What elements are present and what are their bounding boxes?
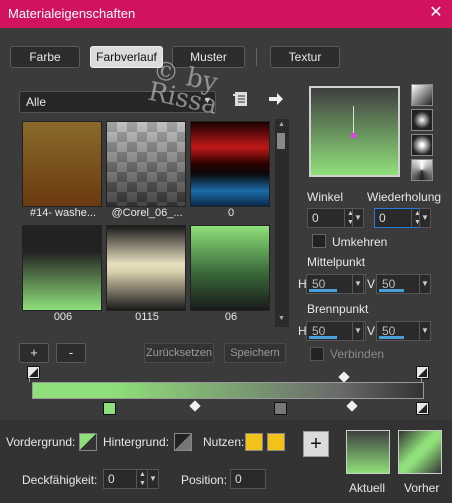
angle-handle-line [353,106,354,136]
gallery-item[interactable]: @Corel_06_... [106,121,188,221]
color-stop-marker[interactable] [416,402,429,415]
repeat-spinner[interactable]: 0 ▲ ▼ [374,208,424,228]
add-to-swatches-button[interactable]: + [303,431,329,457]
scroll-up-icon[interactable]: ▲ [278,121,285,128]
arrow-right-icon[interactable] [268,92,284,106]
position-label: Position: [181,473,228,487]
gallery-caption: @Corel_06_... [111,207,183,219]
library-icon[interactable] [233,91,249,107]
midpoint-v-dropdown[interactable]: ▼ [419,274,431,294]
slider-fill [379,289,404,292]
gradient-thumbnail [22,225,102,311]
background-swatch[interactable] [174,433,192,451]
position-input[interactable]: 0 [230,469,266,489]
category-select-value: Alle [26,95,47,109]
radial-style-button[interactable] [411,134,433,156]
close-icon[interactable]: ✕ [426,3,446,23]
angle-dropdown[interactable]: ▼ [352,208,364,228]
tab-farbe[interactable]: Farbe [10,46,80,68]
link-checkbox[interactable] [310,347,324,361]
previous-label: Vorher [404,481,440,495]
angle-spinner[interactable]: 0 ▲ ▼ [307,208,357,228]
current-material-swatch[interactable] [346,430,390,474]
gallery-item[interactable]: #14- washe... [22,121,104,221]
midpoint-h-dropdown[interactable]: ▼ [352,274,364,294]
gradient-thumbnail [22,121,102,207]
focal-label: Brennpunkt [307,302,369,316]
gradient-thumbnail [106,121,186,207]
gradient-preview[interactable] [309,86,400,177]
link-label: Verbinden [330,347,385,361]
reset-button[interactable]: Zurücksetzen [144,343,214,363]
sunburst-style-button[interactable] [411,159,433,181]
gallery-item[interactable]: 006 [22,225,104,325]
angle-label: Winkel [307,190,344,204]
gradient-thumbnail [190,225,270,311]
gallery-caption: 0 [227,207,235,219]
gallery-scrollbar[interactable]: ▲ ▼ [275,119,289,327]
focal-h-dropdown[interactable]: ▼ [352,321,364,341]
remove-gradient-button[interactable]: - [56,343,86,363]
add-gradient-button[interactable]: + [19,343,49,363]
background-label: Hintergrund: [103,435,170,449]
gallery-caption: #14- washe... [29,207,97,219]
repeat-dropdown[interactable]: ▼ [419,208,431,228]
gradient-thumbnail [190,121,270,207]
angle-handle[interactable] [351,133,356,138]
focal-v-dropdown[interactable]: ▼ [419,321,431,341]
color-stop-marker[interactable] [274,402,287,415]
gradient-bar[interactable] [32,382,424,399]
gradient-thumbnail [106,225,186,311]
invert-label: Umkehren [332,235,388,249]
gallery-caption: 006 [53,311,73,323]
watermark: © by Rissa [145,55,221,121]
tab-textur[interactable]: Textur [270,46,340,68]
slider-fill [309,336,337,339]
tab-separator [256,48,257,66]
scrollbar-thumb[interactable] [277,133,285,149]
gallery-caption: 06 [224,311,238,323]
opacity-label: Deckfähigkeit: [22,473,98,487]
gallery-item[interactable]: 0 [190,121,272,221]
tab-farbverlauf[interactable]: Farbverlauf [90,46,163,68]
color-stop-marker[interactable] [103,402,116,415]
opacity-midpoint-marker[interactable] [338,371,350,383]
current-label: Aktuell [349,481,386,495]
color-midpoint-marker[interactable] [189,400,201,412]
rectangular-style-button[interactable] [411,109,433,131]
linear-style-button[interactable] [411,84,433,106]
midpoint-v-label: V [367,277,376,291]
focal-v-label: V [367,324,376,338]
foreground-label: Vordergrund: [6,435,76,449]
use-swatch-2[interactable] [267,433,285,451]
gallery-item[interactable]: 0115 [106,225,188,325]
use-label: Nutzen: [203,435,245,449]
gradient-gallery: #14- washe... @Corel_06_... 0 006 0115 0… [19,119,275,327]
save-button[interactable]: Speichern [224,343,286,363]
repeat-label: Wiederholung [367,190,442,204]
gallery-item[interactable]: 06 [190,225,272,325]
slider-fill [309,289,337,292]
opacity-dropdown[interactable]: ▼ [147,469,159,489]
use-swatch-1[interactable] [245,433,263,451]
invert-checkbox[interactable] [312,234,326,248]
color-midpoint-marker[interactable] [346,400,358,412]
slider-fill [379,336,404,339]
foreground-swatch[interactable] [79,433,97,451]
midpoint-label: Mittelpunkt [307,255,366,269]
previous-material-swatch[interactable] [398,430,442,474]
opacity-spinner[interactable]: 0 ▲ ▼ [103,469,149,489]
gallery-caption: 0115 [135,311,159,323]
window-title: Materialeigenschaften [8,6,136,21]
scroll-down-icon[interactable]: ▼ [278,315,285,322]
opacity-stop-marker[interactable] [416,366,429,379]
